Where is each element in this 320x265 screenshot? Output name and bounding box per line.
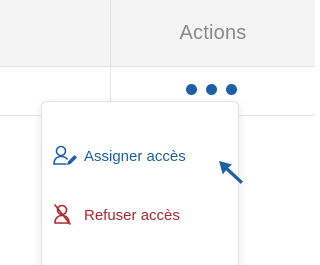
column-divider xyxy=(110,0,111,116)
row-actions-dropdown: Assigner accès Refuser accès xyxy=(41,101,239,265)
assign-access-label: Assigner accès xyxy=(84,147,186,165)
column-header-actions: Actions xyxy=(179,21,247,44)
more-horizontal-icon-dot xyxy=(205,83,217,95)
user-remove-icon xyxy=(52,203,78,227)
user-assign-icon xyxy=(52,144,78,168)
mouse-pointer-icon xyxy=(215,157,249,187)
more-horizontal-icon-dot xyxy=(225,83,237,95)
screenshot-stage: Actions Assigner accès Refuser accès xyxy=(0,0,315,265)
refuse-access-label: Refuser accès xyxy=(84,206,180,224)
more-horizontal-icon-dot xyxy=(185,83,197,95)
row-actions-menu-button[interactable] xyxy=(176,78,246,100)
assign-access-menu-item[interactable]: Assigner accès xyxy=(52,142,186,170)
refuse-access-menu-item[interactable]: Refuser accès xyxy=(52,201,180,229)
